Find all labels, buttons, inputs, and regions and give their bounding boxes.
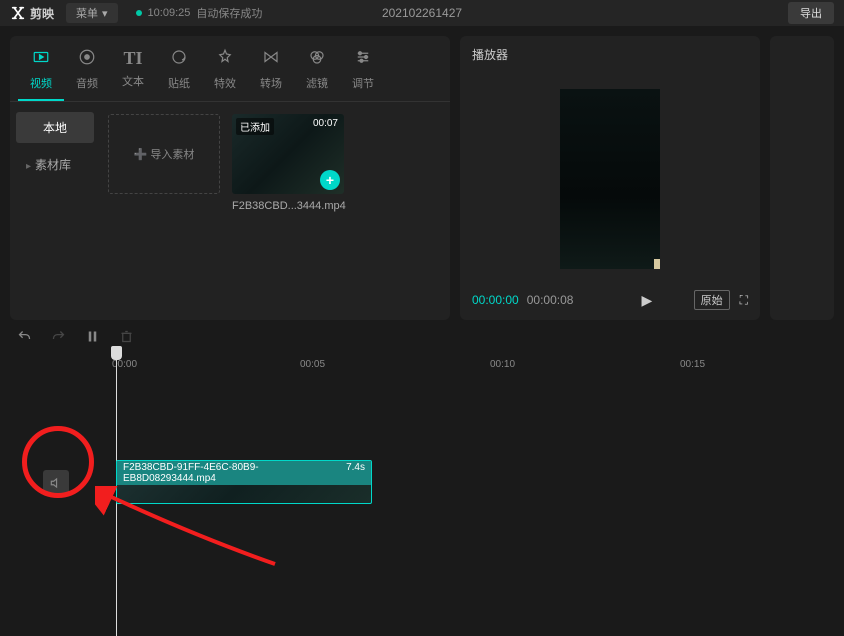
fullscreen-icon[interactable]: ⛶ — [740, 293, 748, 308]
play-button[interactable]: ▶ — [641, 292, 652, 309]
inspector-panel — [770, 36, 834, 320]
time-total: 00:00:08 — [527, 293, 574, 307]
ruler-mark: 00:10 — [490, 359, 515, 370]
timeline-ruler[interactable]: 00:00 00:05 00:10 00:15 — [0, 352, 844, 376]
menu-dropdown[interactable]: 菜单 ▾ — [66, 3, 118, 23]
import-label: 导入素材 — [150, 149, 194, 161]
tab-filter[interactable]: 滤镜 — [294, 44, 340, 101]
menu-label: 菜单 — [76, 5, 98, 21]
tab-adjust[interactable]: 调节 — [340, 44, 386, 101]
timeline-toolbar — [0, 320, 844, 352]
split-button[interactable] — [82, 326, 102, 346]
preview-video — [560, 89, 660, 269]
tab-transition[interactable]: 转场 — [248, 44, 294, 101]
tab-label: 文本 — [122, 73, 144, 89]
timeline-clip[interactable]: F2B38CBD-91FF-4E6C-80B9-EB8D08293444.mp4… — [116, 460, 372, 504]
clip-track-duration: 7.4s — [346, 462, 365, 484]
sticker-icon — [170, 48, 188, 71]
effects-icon — [216, 48, 234, 71]
media-grid: ➕ 导入素材 已添加 00:07 + F2B38CBD...3444.mp4 — [100, 102, 450, 320]
import-media-button[interactable]: ➕ 导入素材 — [108, 114, 220, 194]
transition-icon — [262, 48, 280, 71]
tab-sticker[interactable]: 贴纸 — [156, 44, 202, 101]
autosave-msg: 自动保存成功 — [196, 5, 262, 21]
clip-filename: F2B38CBD...3444.mp4 — [232, 200, 344, 212]
autosave-time: 10:09:25 — [148, 7, 191, 19]
clip-added-badge: 已添加 — [236, 118, 274, 135]
upper-section: 视频 音频 TI 文本 贴纸 特效 转场 — [0, 26, 844, 320]
export-button[interactable]: 导出 — [788, 2, 834, 24]
text-icon: TI — [123, 48, 142, 69]
undo-button[interactable] — [14, 326, 34, 346]
track-mute-button[interactable] — [43, 470, 69, 496]
audio-icon — [78, 48, 96, 71]
tab-label: 滤镜 — [306, 75, 328, 91]
video-icon — [32, 48, 50, 71]
timeline: 00:00 00:05 00:10 00:15 F2B38CBD-91FF-4E… — [0, 352, 844, 606]
sidenav-library[interactable]: ▸ 素材库 — [16, 149, 94, 180]
clip-duration: 00:07 — [313, 118, 338, 129]
tab-label: 转场 — [260, 75, 282, 91]
project-name: 202102261427 — [382, 6, 462, 20]
tab-effects[interactable]: 特效 — [202, 44, 248, 101]
tab-audio[interactable]: 音频 — [64, 44, 110, 101]
sidenav-library-label: 素材库 — [35, 158, 71, 172]
time-current: 00:00:00 — [472, 293, 519, 307]
tab-text[interactable]: TI 文本 — [110, 44, 156, 101]
logo-text: 剪映 — [30, 5, 54, 22]
top-bar: 剪映 菜单 ▾ 10:09:25 自动保存成功 202102261427 导出 — [0, 0, 844, 26]
tab-label: 调节 — [352, 75, 374, 91]
adjust-icon — [354, 48, 372, 71]
ruler-mark: 00:15 — [680, 359, 705, 370]
original-ratio-button[interactable]: 原始 — [694, 290, 730, 310]
media-side-nav: 本地 ▸ 素材库 — [10, 102, 100, 320]
filter-icon — [308, 48, 326, 71]
timeline-tracks[interactable]: F2B38CBD-91FF-4E6C-80B9-EB8D08293444.mp4… — [0, 376, 844, 606]
playhead-handle[interactable] — [111, 346, 122, 360]
preview-area[interactable] — [472, 71, 748, 286]
preview-panel: 播放器 00:00:00 00:00:08 ▶ 原始 ⛶ — [460, 36, 760, 320]
preview-title: 播放器 — [472, 46, 748, 63]
tab-label: 特效 — [214, 75, 236, 91]
chevron-down-icon: ▾ — [102, 7, 108, 20]
sidenav-local[interactable]: 本地 — [16, 112, 94, 143]
media-tabs: 视频 音频 TI 文本 贴纸 特效 转场 — [10, 36, 450, 102]
clip-track-name: F2B38CBD-91FF-4E6C-80B9-EB8D08293444.mp4 — [123, 462, 336, 484]
tab-label: 贴纸 — [168, 75, 190, 91]
chevron-right-icon: ▸ — [26, 161, 31, 172]
tab-label: 视频 — [30, 75, 52, 91]
clip-thumbnail: 已添加 00:07 + — [232, 114, 344, 194]
media-clip[interactable]: 已添加 00:07 + F2B38CBD...3444.mp4 — [232, 114, 344, 308]
status-dot-icon — [136, 10, 142, 16]
delete-button[interactable] — [116, 326, 136, 346]
add-clip-button[interactable]: + — [320, 170, 340, 190]
app-logo: 剪映 — [10, 5, 54, 22]
tab-label: 音频 — [76, 75, 98, 91]
ruler-mark: 00:05 — [300, 359, 325, 370]
media-panel: 视频 音频 TI 文本 贴纸 特效 转场 — [10, 36, 450, 320]
clip-track-label: F2B38CBD-91FF-4E6C-80B9-EB8D08293444.mp4… — [117, 461, 371, 485]
autosave-status: 10:09:25 自动保存成功 — [136, 5, 263, 21]
redo-button[interactable] — [48, 326, 68, 346]
tab-video[interactable]: 视频 — [18, 44, 64, 101]
preview-controls: 00:00:00 00:00:08 ▶ 原始 ⛶ — [472, 286, 748, 310]
media-body: 本地 ▸ 素材库 ➕ 导入素材 已添加 00:07 + F2B38CBD...34… — [10, 102, 450, 320]
